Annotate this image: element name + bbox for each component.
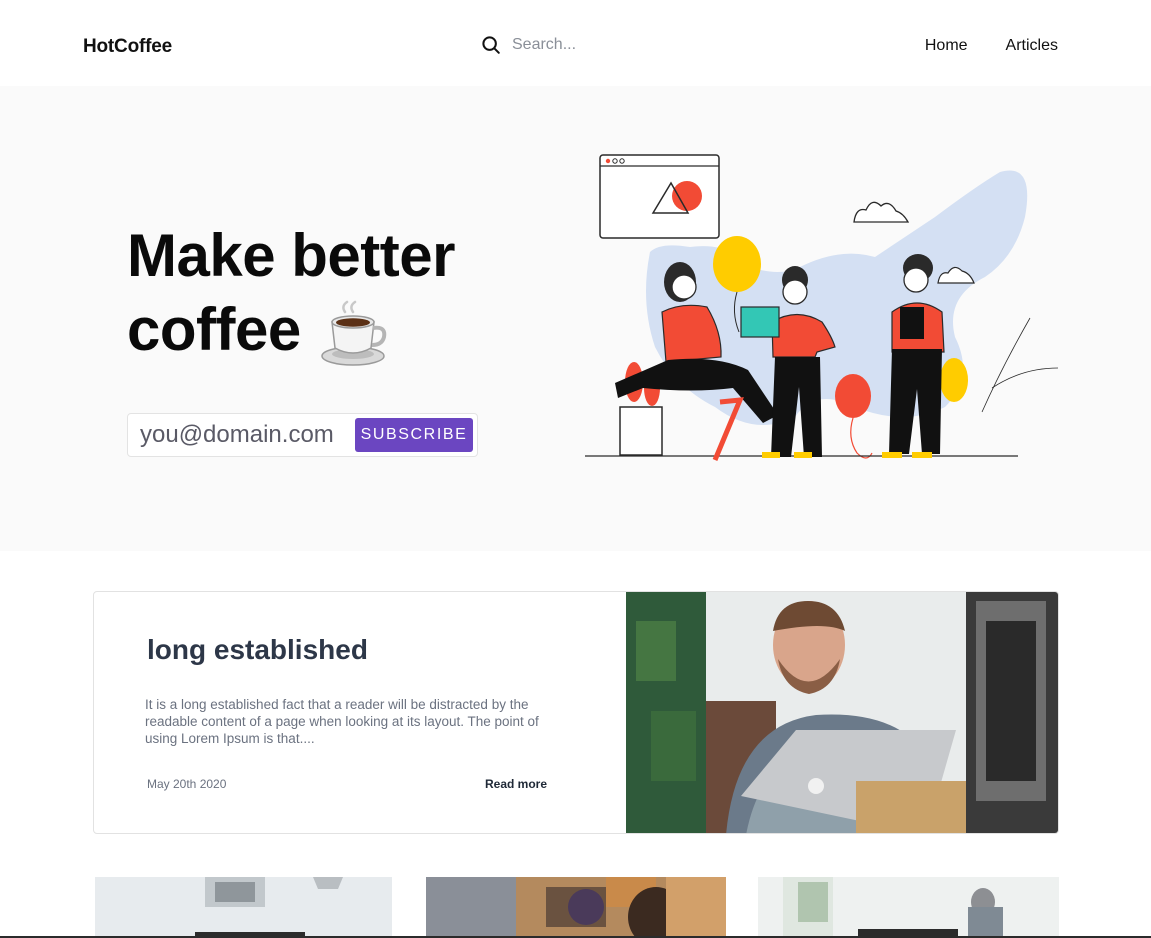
article-card-thumbnail[interactable] (758, 877, 1059, 938)
nav-link-home[interactable]: Home (925, 37, 968, 55)
site-header: HotCoffee Home Articles (0, 0, 1151, 86)
featured-article-body: long established It is a long establishe… (94, 592, 627, 833)
featured-article-date: May 20th 2020 (147, 777, 227, 791)
featured-article-photo (626, 592, 1058, 833)
coffee-cup-icon (320, 300, 386, 366)
email-input[interactable] (140, 421, 360, 449)
hero-title: Make better coffee (127, 219, 547, 370)
read-more-link[interactable]: Read more (485, 777, 547, 791)
hero-section: Make better coffee SUBSCRIBE (0, 86, 1151, 551)
article-card-thumbnail[interactable] (426, 877, 726, 938)
subscribe-form: SUBSCRIBE (127, 413, 478, 457)
featured-article-title[interactable]: long established (147, 634, 368, 666)
article-photo-office (95, 877, 392, 938)
hero-title-line2: coffee (127, 296, 301, 363)
team-illustration (585, 154, 1059, 461)
subscribe-button[interactable]: SUBSCRIBE (355, 418, 473, 452)
featured-article-excerpt: It is a long established fact that a rea… (145, 697, 539, 746)
search-input[interactable] (512, 36, 732, 54)
nav-link-articles[interactable]: Articles (1006, 37, 1058, 55)
article-photo-team (426, 877, 726, 938)
search-bar (480, 34, 732, 56)
featured-article-card[interactable]: long established It is a long establishe… (93, 591, 1059, 834)
main-nav: Home Articles (925, 37, 1058, 55)
hero-title-line1: Make better (127, 222, 455, 289)
site-logo[interactable]: HotCoffee (83, 36, 172, 58)
search-icon[interactable] (480, 34, 502, 56)
article-photo-workspace (758, 877, 1059, 938)
article-card-thumbnail[interactable] (95, 877, 392, 938)
